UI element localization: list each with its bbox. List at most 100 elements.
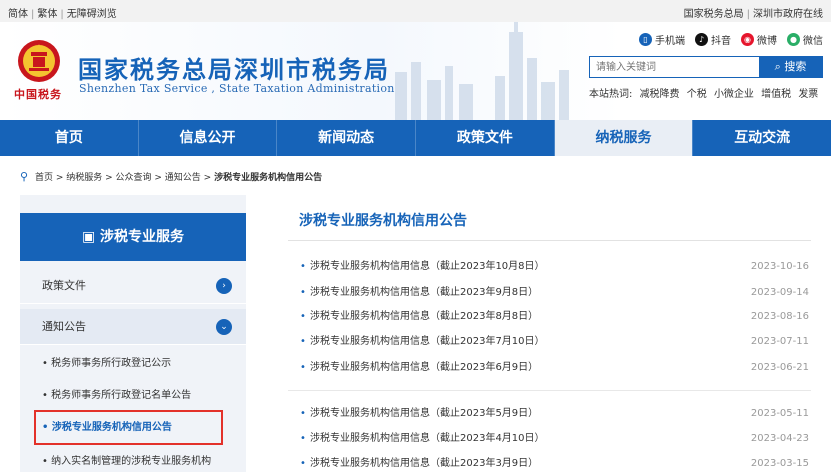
list-item-title[interactable]: 涉税专业服务机构信用信息（截止2023年4月10日） xyxy=(310,428,545,450)
list-item[interactable]: • 涉税专业服务机构信用信息（截止2023年10月8日） 2023-10-16 xyxy=(288,256,811,278)
search-button-label: 搜索 xyxy=(784,60,807,73)
nav-item-info[interactable]: 信息公开 xyxy=(139,120,278,156)
nav-item-news[interactable]: 新闻动态 xyxy=(277,120,417,156)
list-item[interactable]: • 涉税专业服务机构信用信息（截止2023年5月9日） 2023-05-11 xyxy=(288,403,811,425)
breadcrumb-notices[interactable]: 通知公告 xyxy=(165,173,201,183)
hot-word[interactable]: 减税降费 xyxy=(640,89,680,100)
breadcrumb-public-query[interactable]: 公众查询 xyxy=(116,173,152,183)
location-pin-icon: ⚲ xyxy=(20,170,29,183)
mobile-link[interactable]: ▯ 手机端 xyxy=(639,32,685,47)
list-item-date: 2023-10-16 xyxy=(750,261,809,272)
phone-icon: ▯ xyxy=(639,33,652,46)
bullet-icon: • xyxy=(300,408,306,419)
list-item-title[interactable]: 涉税专业服务机构信用信息（截止2023年10月8日） xyxy=(310,256,545,278)
chevron-right-icon: › xyxy=(216,278,232,294)
main-nav: 首页 信息公开 新闻动态 政策文件 纳税服务 互动交流 xyxy=(0,120,831,156)
bullet-icon: • xyxy=(300,433,306,444)
bullet-icon: • xyxy=(300,261,306,272)
nav-item-tax-service[interactable]: 纳税服务 xyxy=(554,120,694,156)
sidebar-item-policy[interactable]: 政策文件 › xyxy=(20,268,246,304)
emblem-caption: 中国税务 xyxy=(14,88,62,101)
list-item[interactable]: • 涉税专业服务机构信用信息（截止2023年4月10日） 2023-04-23 xyxy=(288,428,811,450)
wechat-link[interactable]: ● 微信 xyxy=(787,32,823,47)
list-item[interactable]: • 涉税专业服务机构信用信息（截止2023年3月9日） 2023-03-15 xyxy=(288,453,811,472)
douyin-label: 抖音 xyxy=(711,36,731,47)
douyin-link[interactable]: ♪ 抖音 xyxy=(695,32,731,47)
list-item-date: 2023-09-14 xyxy=(750,287,809,298)
list-item-title[interactable]: 涉税专业服务机构信用信息（截止2023年8月8日） xyxy=(310,306,538,328)
weibo-icon: ◉ xyxy=(741,33,754,46)
list-item-title[interactable]: 涉税专业服务机构信用信息（截止2023年9月8日） xyxy=(310,282,538,304)
list-item-date: 2023-06-21 xyxy=(750,362,809,373)
douyin-icon: ♪ xyxy=(695,33,708,46)
briefcase-icon: ▣ xyxy=(81,229,101,245)
bullet-icon: • xyxy=(42,456,52,467)
breadcrumb-tax-service[interactable]: 纳税服务 xyxy=(66,173,102,183)
wechat-icon: ● xyxy=(787,33,800,46)
list-item-title[interactable]: 涉税专业服务机构信用信息（截止2023年3月9日） xyxy=(310,453,538,472)
sidebar-title-text: 涉税专业服务 xyxy=(100,229,185,245)
list-item[interactable]: • 涉税专业服务机构信用信息（截止2023年8月8日） 2023-08-16 xyxy=(288,306,811,328)
bullet-icon: • xyxy=(300,311,306,322)
sta-link[interactable]: 国家税务总局 xyxy=(684,9,744,20)
mobile-label: 手机端 xyxy=(655,36,685,47)
hot-word[interactable]: 发票 xyxy=(798,89,818,100)
sidebar-subitem-label: 纳入实名制管理的涉税专业服务机构 xyxy=(51,456,212,467)
hot-word[interactable]: 个税 xyxy=(687,89,707,100)
list-item-title[interactable]: 涉税专业服务机构信用信息（截止2023年6月9日） xyxy=(310,357,538,379)
search-icon: ⌕ xyxy=(774,60,785,73)
search-button[interactable]: ⌕ 搜索 xyxy=(759,57,822,77)
sidebar-subitem[interactable]: • 税务师事务所行政登记名单公告 xyxy=(20,380,246,412)
sidebar-item-label: 通知公告 xyxy=(42,320,86,333)
sidebar-item-notices[interactable]: 通知公告 ⌄ xyxy=(20,309,246,345)
list-item-title[interactable]: 涉税专业服务机构信用信息（截止2023年7月10日） xyxy=(310,331,545,353)
sidebar-subitem[interactable]: • 税务师事务所行政登记公示 xyxy=(20,348,246,380)
content-title: 涉税专业服务机构信用公告 xyxy=(299,213,467,229)
shenzhen-gov-link[interactable]: 深圳市政府在线 xyxy=(753,9,823,20)
nav-item-interaction[interactable]: 互动交流 xyxy=(693,120,831,156)
hot-words-label: 本站热词: xyxy=(589,89,633,100)
site-header: 中国税务 国家税务总局深圳市税务局 Shenzhen Tax Service ,… xyxy=(0,22,831,120)
breadcrumb-home[interactable]: 首页 xyxy=(35,173,53,183)
breadcrumb: ⚲ 首页 > 纳税服务 > 公众查询 > 通知公告 > 涉税专业服务机构信用公告 xyxy=(20,170,323,183)
list-item[interactable]: • 涉税专业服务机构信用信息（截止2023年9月8日） 2023-09-14 xyxy=(288,282,811,304)
bullet-icon: • xyxy=(42,390,52,401)
nav-item-policy[interactable]: 政策文件 xyxy=(416,120,555,156)
site-subtitle: Shenzhen Tax Service , State Taxation Ad… xyxy=(79,82,395,95)
list-item-date: 2023-03-15 xyxy=(750,458,809,469)
wechat-label: 微信 xyxy=(803,36,823,47)
hot-word[interactable]: 小微企业 xyxy=(714,89,754,100)
site-title[interactable]: 国家税务总局深圳市税务局 xyxy=(78,50,390,85)
list-item-date: 2023-07-11 xyxy=(750,336,809,347)
bullet-icon: • xyxy=(42,358,52,369)
tax-emblem-icon xyxy=(18,40,60,82)
sidebar-subitem-label: 税务师事务所行政登记名单公告 xyxy=(51,390,192,401)
search-box: ⌕ 搜索 xyxy=(589,56,823,78)
search-input[interactable] xyxy=(590,57,760,77)
traditional-chinese-link[interactable]: 繁体 xyxy=(37,9,57,20)
list-item-date: 2023-08-16 xyxy=(750,311,809,322)
hot-word[interactable]: 增值税 xyxy=(761,89,791,100)
title-divider xyxy=(288,240,811,241)
sidebar-title: ▣ 涉税专业服务 xyxy=(20,213,246,261)
page: 简体 | 繁体 | 无障碍浏览 国家税务总局 | 深圳市政府在线 中国税务 国家税务总局深圳… xyxy=(0,0,831,472)
bullet-icon: • xyxy=(300,287,306,298)
chevron-down-icon: ⌄ xyxy=(216,319,232,335)
city-skyline-decoration xyxy=(395,22,569,120)
sidebar-subitem[interactable]: • 纳入实名制管理的涉税专业服务机构 xyxy=(20,446,246,472)
list-item[interactable]: • 涉税专业服务机构信用信息（截止2023年7月10日） 2023-07-11 xyxy=(288,331,811,353)
list-item[interactable]: • 涉税专业服务机构信用信息（截止2023年6月9日） 2023-06-21 xyxy=(288,357,811,379)
weibo-label: 微博 xyxy=(757,36,777,47)
simplified-chinese-link[interactable]: 简体 xyxy=(8,9,28,20)
breadcrumb-current: 涉税专业服务机构信用公告 xyxy=(214,173,323,183)
list-item-date: 2023-04-23 xyxy=(750,433,809,444)
social-links: ▯ 手机端 ♪ 抖音 ◉ 微博 ● 微信 xyxy=(639,32,823,47)
nav-item-home[interactable]: 首页 xyxy=(0,120,139,156)
bullet-icon: • xyxy=(300,458,306,469)
list-divider xyxy=(288,390,811,391)
list-item-date: 2023-05-11 xyxy=(750,408,809,419)
weibo-link[interactable]: ◉ 微博 xyxy=(741,32,777,47)
list-item-title[interactable]: 涉税专业服务机构信用信息（截止2023年5月9日） xyxy=(310,403,538,425)
accessibility-link[interactable]: 无障碍浏览 xyxy=(67,9,117,20)
bullet-icon: • xyxy=(300,362,306,373)
